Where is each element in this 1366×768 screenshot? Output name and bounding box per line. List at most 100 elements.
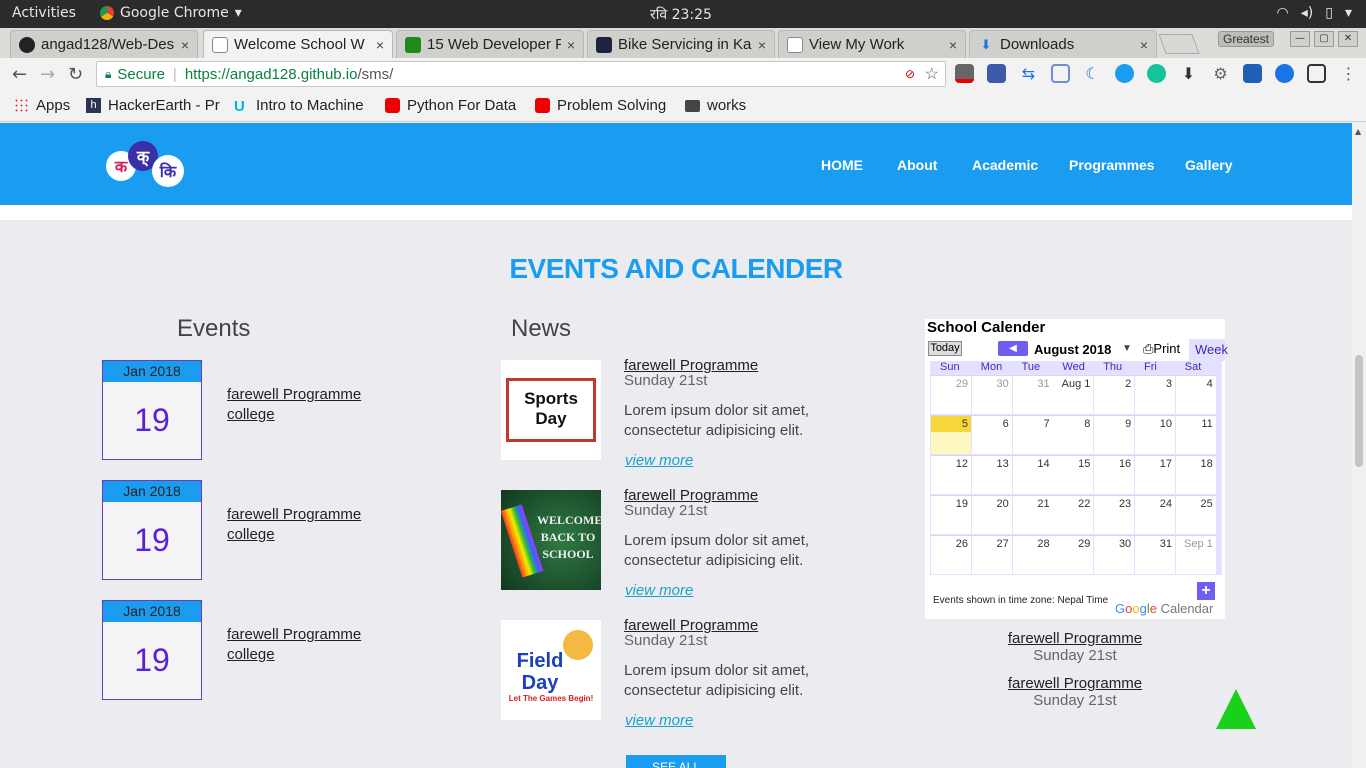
week-tab[interactable]: Week [1189, 339, 1228, 361]
blocked-icon[interactable]: ⊘ [905, 67, 915, 81]
tab-bike-servicing[interactable]: Bike Servicing in Ka × [587, 30, 775, 58]
calendar-day-cell[interactable]: 12 [931, 455, 971, 494]
profile-button[interactable]: Greatest [1218, 31, 1275, 47]
nav-gallery[interactable]: Gallery [1185, 157, 1232, 173]
calendar-day-cell[interactable]: 11 [1175, 415, 1216, 454]
calendar-day-cell[interactable]: 27 [971, 535, 1012, 574]
prev-month-button[interactable]: ◀ [998, 341, 1028, 356]
calendar-day-cell[interactable]: 31 [1135, 535, 1175, 574]
bookmark-problem-solving[interactable]: Problem Solving [535, 97, 666, 114]
event-link[interactable]: farewell Programme college [227, 625, 361, 665]
calendar-day-cell[interactable]: 24 [1135, 495, 1175, 534]
see-all-button[interactable]: SEE ALL [626, 755, 726, 768]
extension-icon[interactable] [987, 64, 1006, 83]
app-menu[interactable]: Google Chrome ▾ [100, 5, 242, 21]
calendar-day-cell[interactable]: 14 [1012, 455, 1053, 494]
forward-icon[interactable]: → [40, 64, 55, 85]
print-button[interactable]: ⎙Print [1143, 341, 1180, 357]
reload-icon[interactable]: ↻ [68, 64, 83, 85]
url-text[interactable]: https://angad128.github.io/sms/ [185, 66, 393, 83]
close-icon[interactable]: × [567, 37, 575, 53]
bookmark-works[interactable]: works [685, 97, 746, 114]
calendar-day-cell[interactable]: 9 [1094, 415, 1135, 454]
calendar-day-cell[interactable]: 21 [1012, 495, 1053, 534]
calendar-day-cell[interactable]: 4 [1175, 375, 1216, 414]
calendar-day-cell[interactable]: 29 [1053, 535, 1094, 574]
tab-github[interactable]: angad128/Web-Des × [10, 30, 198, 58]
back-icon[interactable]: ← [12, 64, 27, 85]
bookmark-python-data[interactable]: Python For Data [385, 97, 516, 114]
calendar-day-cell[interactable]: 19 [931, 495, 971, 534]
view-more-link[interactable]: view more [625, 452, 693, 469]
close-icon[interactable]: × [376, 37, 384, 53]
calendar-day-cell[interactable]: 22 [1053, 495, 1094, 534]
view-more-link[interactable]: view more [625, 712, 693, 729]
nav-about[interactable]: About [897, 157, 937, 173]
calendar-day-cell[interactable]: Sep 1 [1175, 535, 1216, 574]
event-link[interactable]: farewell Programme college [227, 505, 361, 545]
calendar-day-cell[interactable]: 16 [1094, 455, 1135, 494]
color-picker-icon[interactable] [955, 64, 974, 83]
extension-icon[interactable] [1051, 64, 1070, 83]
calendar-day-cell[interactable]: 28 [1012, 535, 1053, 574]
calendar-day-cell[interactable]: 30 [971, 375, 1012, 414]
nav-home[interactable]: HOME [821, 157, 863, 173]
close-icon[interactable]: × [949, 37, 957, 53]
calendar-day-cell[interactable]: 15 [1053, 455, 1094, 494]
bookmark-hackerearth[interactable]: h HackerEarth - Pr [86, 97, 220, 114]
swap-icon[interactable]: ⇆ [1019, 64, 1038, 83]
close-icon[interactable]: × [181, 37, 189, 53]
gear-icon[interactable]: ⚙ [1211, 64, 1230, 83]
tab-downloads[interactable]: ⬇ Downloads × [969, 30, 1157, 58]
calendar-day-cell[interactable]: 26 [931, 535, 971, 574]
calendar-day-cell[interactable]: 17 [1135, 455, 1175, 494]
nav-programmes[interactable]: Programmes [1069, 157, 1155, 173]
calendar-event[interactable]: farewell Programme Sunday 21st [925, 675, 1225, 709]
scrollbar-thumb[interactable] [1355, 355, 1363, 467]
calendar-day-cell[interactable]: 23 [1094, 495, 1135, 534]
scroll-to-top-arrow-icon[interactable] [1216, 689, 1256, 729]
tab-web-developer[interactable]: 15 Web Developer F × [396, 30, 584, 58]
news-thumbnail[interactable]: Field Day Let The Games Begin! [501, 620, 601, 720]
calendar-day-cell[interactable]: 3 [1135, 375, 1175, 414]
view-more-link[interactable]: view more [625, 582, 693, 599]
address-bar[interactable]: 🔒︎ Secure | https://angad128.github.io/s… [96, 61, 946, 87]
calendar-day-cell[interactable]: 18 [1175, 455, 1216, 494]
activities-button[interactable]: Activities [12, 5, 76, 21]
nav-academic[interactable]: Academic [972, 157, 1038, 173]
screenshot-icon[interactable] [1307, 64, 1326, 83]
clock[interactable]: रवि 23:25 [650, 5, 712, 24]
bookmark-apps[interactable]: Apps [14, 97, 70, 114]
close-window-button[interactable]: ✕ [1338, 31, 1358, 47]
calendar-day-cell[interactable]: 10 [1135, 415, 1175, 454]
grammarly-icon[interactable] [1147, 64, 1166, 83]
calendar-day-cell[interactable]: 31 [1012, 375, 1053, 414]
tab-view-my-work[interactable]: View My Work × [778, 30, 966, 58]
news-thumbnail[interactable]: Sports Day [501, 360, 601, 460]
add-calendar-button[interactable]: + [1197, 582, 1215, 600]
bookmark-star-icon[interactable]: ☆ [925, 64, 939, 84]
calendar-event[interactable]: farewell Programme Sunday 21st [925, 630, 1225, 664]
menu-icon[interactable]: ⋮ [1339, 64, 1358, 83]
calendar-day-cell[interactable]: 5 [931, 415, 971, 454]
close-icon[interactable]: × [1140, 37, 1148, 53]
calendar-day-cell[interactable]: 8 [1053, 415, 1094, 454]
calendar-day-cell[interactable]: Aug 1 [1053, 375, 1094, 414]
calendar-day-cell[interactable]: 29 [931, 375, 971, 414]
minimize-button[interactable]: — [1290, 31, 1310, 47]
extension-icon[interactable] [1275, 64, 1294, 83]
close-icon[interactable]: × [758, 37, 766, 53]
moon-icon[interactable]: ☾ [1083, 64, 1102, 83]
extension-icon[interactable] [1115, 64, 1134, 83]
site-logo[interactable]: क क् कि [106, 141, 188, 189]
calendar-day-cell[interactable]: 13 [971, 455, 1012, 494]
calendar-day-cell[interactable]: 20 [971, 495, 1012, 534]
page-scrollbar[interactable]: ▲ [1352, 123, 1366, 768]
calendar-day-cell[interactable]: 7 [1012, 415, 1053, 454]
calendar-day-cell[interactable]: 30 [1094, 535, 1135, 574]
bookmark-intro-machine[interactable]: U Intro to Machine [234, 97, 364, 115]
extension-icon[interactable] [1243, 64, 1262, 83]
chevron-down-icon[interactable]: ▼ [1122, 343, 1132, 354]
system-tray[interactable]: ◠ ◂) ▯ ▾ [1277, 5, 1352, 21]
calendar-day-cell[interactable]: 2 [1094, 375, 1135, 414]
